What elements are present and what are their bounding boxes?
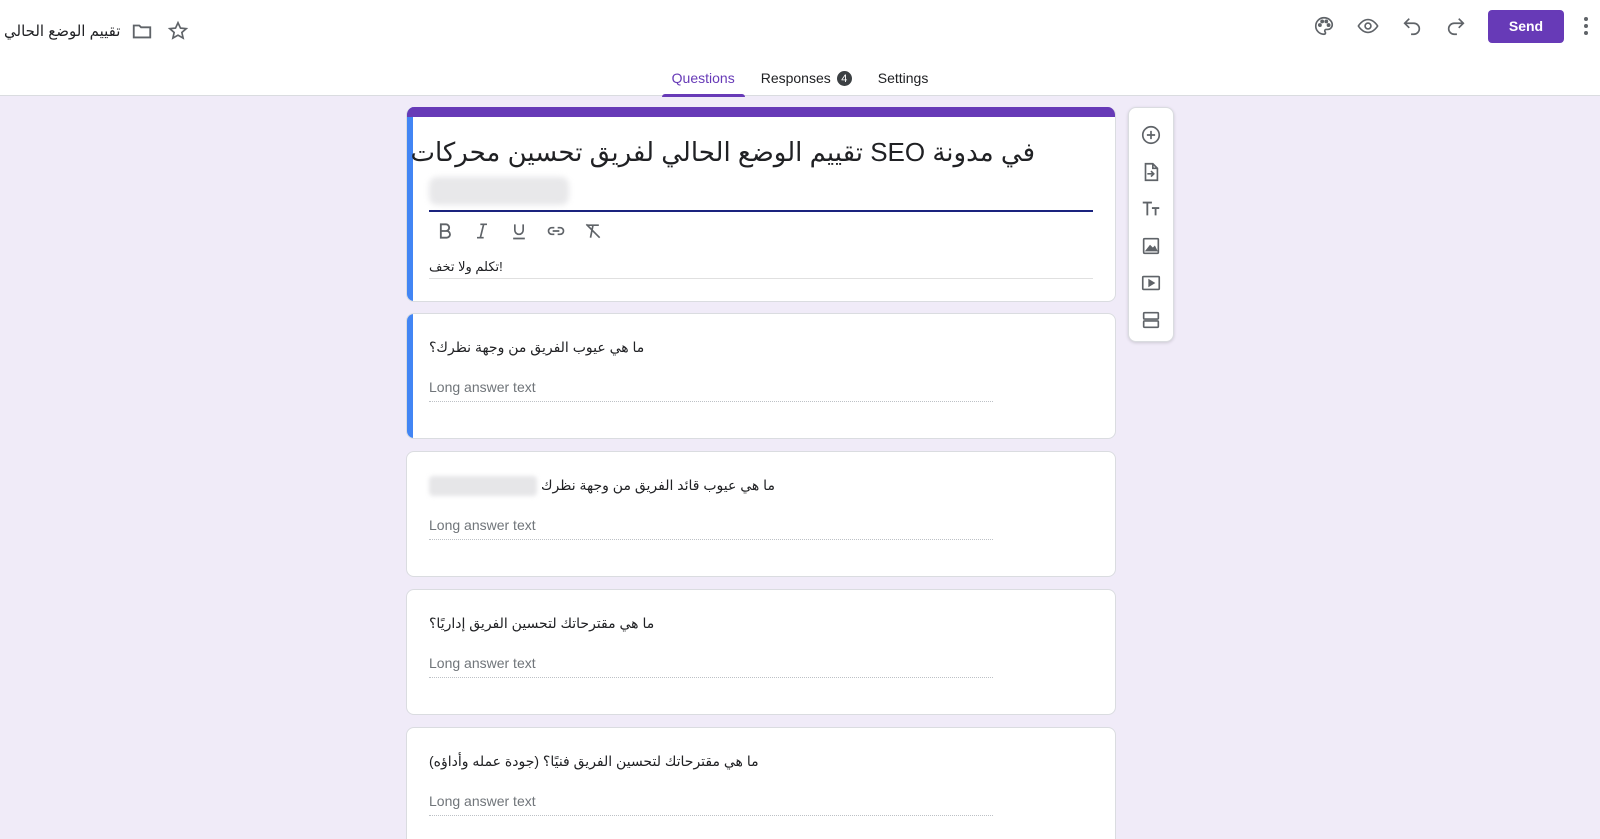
- title-area: تقييم الوضع الحالي: [4, 18, 192, 44]
- redacted-text: [429, 177, 569, 205]
- question-text[interactable]: ما هي مقترحاتك لتحسين الفريق إداريًا؟: [429, 615, 654, 632]
- question-card[interactable]: ما هي عيوب قائد الفريق من وجهة نظرك Long…: [406, 451, 1116, 577]
- import-questions-icon[interactable]: [1133, 153, 1169, 190]
- add-section-icon[interactable]: [1133, 301, 1169, 338]
- long-answer-field: Long answer text: [429, 517, 993, 540]
- format-toolbar: [433, 219, 605, 243]
- tab-settings[interactable]: Settings: [868, 64, 939, 96]
- add-title-icon[interactable]: [1133, 190, 1169, 227]
- accent-bar: [407, 107, 1115, 117]
- link-icon[interactable]: [544, 219, 568, 243]
- tab-questions[interactable]: Questions: [661, 64, 745, 97]
- star-icon[interactable]: [164, 17, 192, 45]
- add-question-icon[interactable]: [1133, 116, 1169, 153]
- responses-count-badge: 4: [836, 71, 852, 86]
- add-video-icon[interactable]: [1133, 264, 1169, 301]
- app-header: تقييم الوضع الحالي Send Questions Respon…: [0, 0, 1600, 97]
- clear-format-icon[interactable]: [581, 219, 605, 243]
- send-button[interactable]: Send: [1488, 9, 1564, 43]
- question-text[interactable]: ما هي عيوب الفريق من وجهة نظرك؟: [429, 339, 644, 356]
- form-description[interactable]: !تكلم ولا تخف: [429, 259, 503, 275]
- question-text[interactable]: ما هي مقترحاتك لتحسين الفريق فنيًا؟ (جود…: [429, 753, 759, 770]
- tab-settings-label: Settings: [877, 70, 929, 86]
- tab-questions-label: Questions: [671, 70, 735, 86]
- header-toolbar: Send: [1302, 9, 1600, 43]
- long-answer-field: Long answer text: [429, 793, 993, 816]
- tab-bar: Questions Responses 4 Settings: [0, 64, 1600, 97]
- question-card[interactable]: ما هي مقترحاتك لتحسين الفريق فنيًا؟ (جود…: [406, 727, 1116, 839]
- italic-icon[interactable]: [470, 219, 494, 243]
- palette-icon[interactable]: [1302, 9, 1346, 43]
- redo-icon[interactable]: [1434, 9, 1478, 43]
- title-underline: [429, 210, 1093, 212]
- tab-responses[interactable]: Responses 4: [751, 64, 862, 96]
- undo-icon[interactable]: [1390, 9, 1434, 43]
- redacted-text: [429, 476, 537, 496]
- form-title[interactable]: في مدونة SEO تقييم الوضع الحالي لفريق تح…: [407, 137, 1035, 168]
- tab-responses-label: Responses: [760, 70, 831, 86]
- form-header-card[interactable]: في مدونة SEO تقييم الوضع الحالي لفريق تح…: [406, 107, 1116, 302]
- add-image-icon[interactable]: [1133, 227, 1169, 264]
- side-toolbar: [1128, 107, 1174, 342]
- long-answer-field: Long answer text: [429, 379, 993, 402]
- description-underline: [429, 278, 1093, 279]
- long-answer-field: Long answer text: [429, 655, 993, 678]
- question-card[interactable]: ما هي مقترحاتك لتحسين الفريق إداريًا؟ Lo…: [406, 589, 1116, 715]
- document-title[interactable]: تقييم الوضع الحالي: [4, 22, 120, 40]
- bold-icon[interactable]: [433, 219, 457, 243]
- underline-icon[interactable]: [507, 219, 531, 243]
- question-card[interactable]: ما هي عيوب الفريق من وجهة نظرك؟ Long ans…: [406, 313, 1116, 439]
- question-text[interactable]: ما هي عيوب قائد الفريق من وجهة نظرك: [541, 477, 775, 494]
- more-vert-icon[interactable]: [1572, 9, 1600, 43]
- preview-icon[interactable]: [1346, 9, 1390, 43]
- folder-icon[interactable]: [128, 17, 156, 45]
